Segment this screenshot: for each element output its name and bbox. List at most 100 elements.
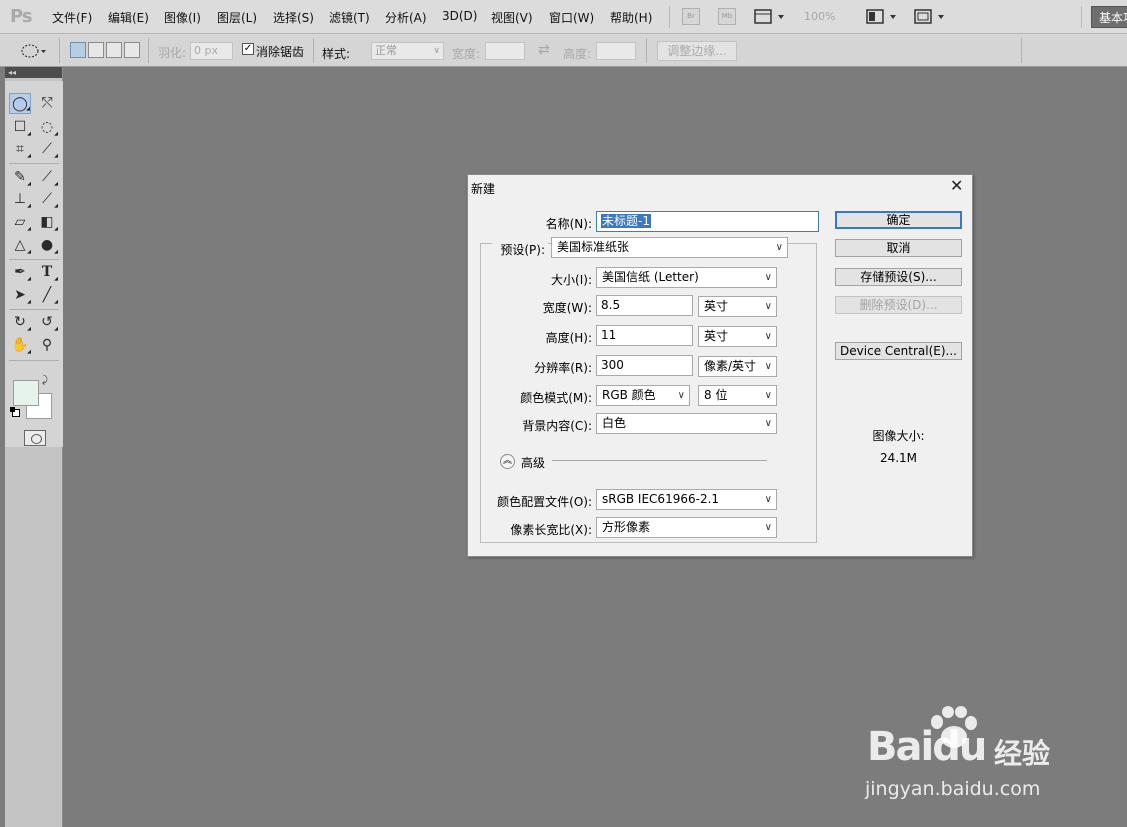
eyedropper-tool[interactable]: ⟋ ◢ (36, 139, 58, 160)
arrange-documents-dropdown[interactable] (866, 8, 900, 26)
type-tool[interactable]: T ◢ (36, 262, 58, 283)
clone-stamp-tool[interactable]: ⊥ ◢ (9, 189, 31, 210)
refine-edge-button[interactable]: 调整边缘... (657, 41, 737, 61)
width-input[interactable] (485, 42, 525, 60)
chevron-down-icon: ∨ (775, 242, 783, 253)
blur-tool[interactable]: △ ◢ (9, 235, 31, 256)
color-profile-label: 颜色配置文件(O): (497, 495, 592, 509)
default-colors-icon[interactable] (10, 407, 20, 417)
new-selection-button[interactable] (70, 42, 86, 58)
menu-edit[interactable]: 编辑(E) (108, 9, 149, 26)
subtract-from-selection-button[interactable] (106, 42, 122, 58)
menu-view[interactable]: 视图(V) (491, 9, 533, 26)
3d-rotate-tool[interactable]: ↻ ◢ (9, 312, 31, 333)
tool-preset-picker[interactable] (20, 42, 48, 60)
height-input[interactable] (596, 42, 636, 60)
zoom-tool[interactable]: ⚲ (36, 335, 58, 356)
chevron-down-icon: ∨ (677, 390, 685, 401)
menu-filter[interactable]: 滤镜(T) (329, 9, 370, 26)
hand-tool[interactable]: ✋ ◢ (9, 335, 31, 356)
foreground-color-swatch[interactable] (13, 380, 39, 406)
path-selection-tool[interactable]: ➤ ◢ (9, 285, 31, 306)
chevron-down-icon: ∨ (764, 361, 772, 372)
advanced-toggle-icon[interactable]: ︽ (500, 454, 515, 469)
triangle-icon: ◢ (27, 131, 31, 137)
healing-brush-tool[interactable]: ✎ ◢ (9, 167, 31, 188)
menu-help[interactable]: 帮助(H) (610, 9, 652, 26)
preset-select-value: 美国标准纸张 (557, 240, 630, 254)
3d-orbit-tool[interactable]: ↺ ◢ (36, 312, 58, 333)
preset-select[interactable]: 美国标准纸张 ∨ (551, 237, 788, 258)
pixel-aspect-label: 像素长宽比(X): (510, 523, 592, 537)
quick-selection-tool[interactable]: ◌ ◢ (36, 117, 58, 138)
size-select[interactable]: 美国信纸 (Letter) ∨ (596, 267, 777, 288)
intersect-selection-button[interactable] (124, 42, 140, 58)
save-preset-button[interactable]: 存储预设(S)... (835, 268, 962, 286)
bridge-icon[interactable]: Br (682, 8, 700, 25)
crop-tool[interactable]: ⌗ ◢ (9, 139, 31, 160)
collapse-panel-icon[interactable]: ◂◂ (5, 67, 62, 78)
workspace-switcher[interactable]: 基本功能 (1091, 6, 1127, 28)
resolution-input[interactable]: 300 (596, 355, 693, 376)
menu-select[interactable]: 选择(S) (273, 9, 314, 26)
resolution-label: 分辨率(R): (534, 361, 592, 375)
menu-window[interactable]: 窗口(W) (549, 9, 594, 26)
height-unit-select[interactable]: 英寸 ∨ (698, 326, 777, 347)
background-content-select[interactable]: 白色 ∨ (596, 413, 777, 434)
width-input[interactable]: 8.5 (596, 295, 693, 316)
swap-colors-icon[interactable]: ⤸ (42, 375, 48, 386)
triangle-icon: ◢ (27, 203, 31, 209)
device-central-button[interactable]: Device Central(E)... (835, 342, 962, 360)
add-to-selection-button[interactable] (88, 42, 104, 58)
triangle-icon: ◢ (54, 299, 58, 305)
height-label: 高度: (563, 47, 592, 61)
eraser-tool[interactable]: ▱ ◢ (9, 212, 31, 233)
advanced-divider (552, 460, 767, 461)
dodge-tool[interactable]: ● ◢ (36, 235, 58, 256)
pixel-aspect-select[interactable]: 方形像素 ∨ (596, 517, 777, 538)
menu-3d[interactable]: 3D(D) (442, 9, 477, 23)
lasso-tool[interactable]: ☐ ◢ (9, 117, 31, 138)
pen-tool[interactable]: ✒ ◢ (9, 262, 31, 283)
image-size-label: 图像大小: (872, 429, 925, 443)
minibridge-icon[interactable]: Mb (718, 8, 736, 25)
name-input-value: 未标题-1 (601, 214, 651, 228)
history-brush-tool[interactable]: ⟋ ◢ (36, 189, 58, 210)
preset-label: 预设(P): (492, 241, 548, 258)
cancel-button[interactable]: 取消 (835, 239, 962, 257)
menu-layer[interactable]: 图层(L) (217, 9, 257, 26)
width-unit-select[interactable]: 英寸 ∨ (698, 296, 777, 317)
color-profile-select[interactable]: sRGB IEC61966-2.1 ∨ (596, 489, 777, 510)
brush-tool[interactable]: ⟋ ◢ (36, 167, 58, 188)
style-select[interactable]: 正常 ∨ (371, 42, 444, 60)
view-extras-dropdown[interactable] (754, 8, 788, 26)
antialias-checkbox[interactable]: ✓ (242, 43, 254, 55)
swap-dimensions-icon[interactable]: ⇄ (538, 42, 550, 58)
bit-depth-select[interactable]: 8 位 ∨ (698, 385, 777, 406)
ok-button[interactable]: 确定 (835, 211, 962, 229)
gradient-tool[interactable]: ◧ ◢ (36, 212, 58, 233)
delete-preset-button[interactable]: 删除预设(D)... (835, 296, 962, 314)
close-icon[interactable]: ✕ (950, 178, 963, 194)
zoom-level[interactable]: 100% (804, 10, 835, 23)
line-tool[interactable]: ╱ ◢ (36, 285, 58, 306)
menu-analysis[interactable]: 分析(A) (385, 9, 427, 26)
triangle-icon: ◢ (27, 226, 31, 232)
feather-input[interactable]: 0 px (190, 42, 233, 60)
width-label: 宽度: (452, 47, 481, 61)
triangle-icon: ◢ (27, 153, 31, 159)
size-select-value: 美国信纸 (Letter) (602, 270, 699, 284)
color-mode-select[interactable]: RGB 颜色 ∨ (596, 385, 690, 406)
elliptical-marquee-tool[interactable]: ◯ ◢ (9, 93, 31, 114)
name-input[interactable]: 未标题-1 (596, 211, 819, 232)
dialog-title: 新建 (471, 182, 496, 196)
menu-file[interactable]: 文件(F) (52, 9, 92, 26)
quick-mask-button[interactable] (24, 430, 46, 446)
menu-image[interactable]: 图像(I) (164, 9, 201, 26)
height-input[interactable]: 11 (596, 325, 693, 346)
screen-mode-dropdown[interactable] (914, 8, 948, 26)
move-tool[interactable]: ⤲ (36, 93, 58, 114)
resolution-unit-select[interactable]: 像素/英寸 ∨ (698, 356, 777, 377)
chevron-down-icon: ∨ (764, 331, 772, 342)
tools-panel: ◂◂ ◯ ◢ ⤲ ☐ ◢ ◌ ◢ ⌗ ◢ ⟋ ◢ ✎ ◢ ⟋ ◢ ⊥ ◢ ⟋ ◢ ▱ ◢ ◧ ◢ △ ◢… (5, 67, 63, 827)
